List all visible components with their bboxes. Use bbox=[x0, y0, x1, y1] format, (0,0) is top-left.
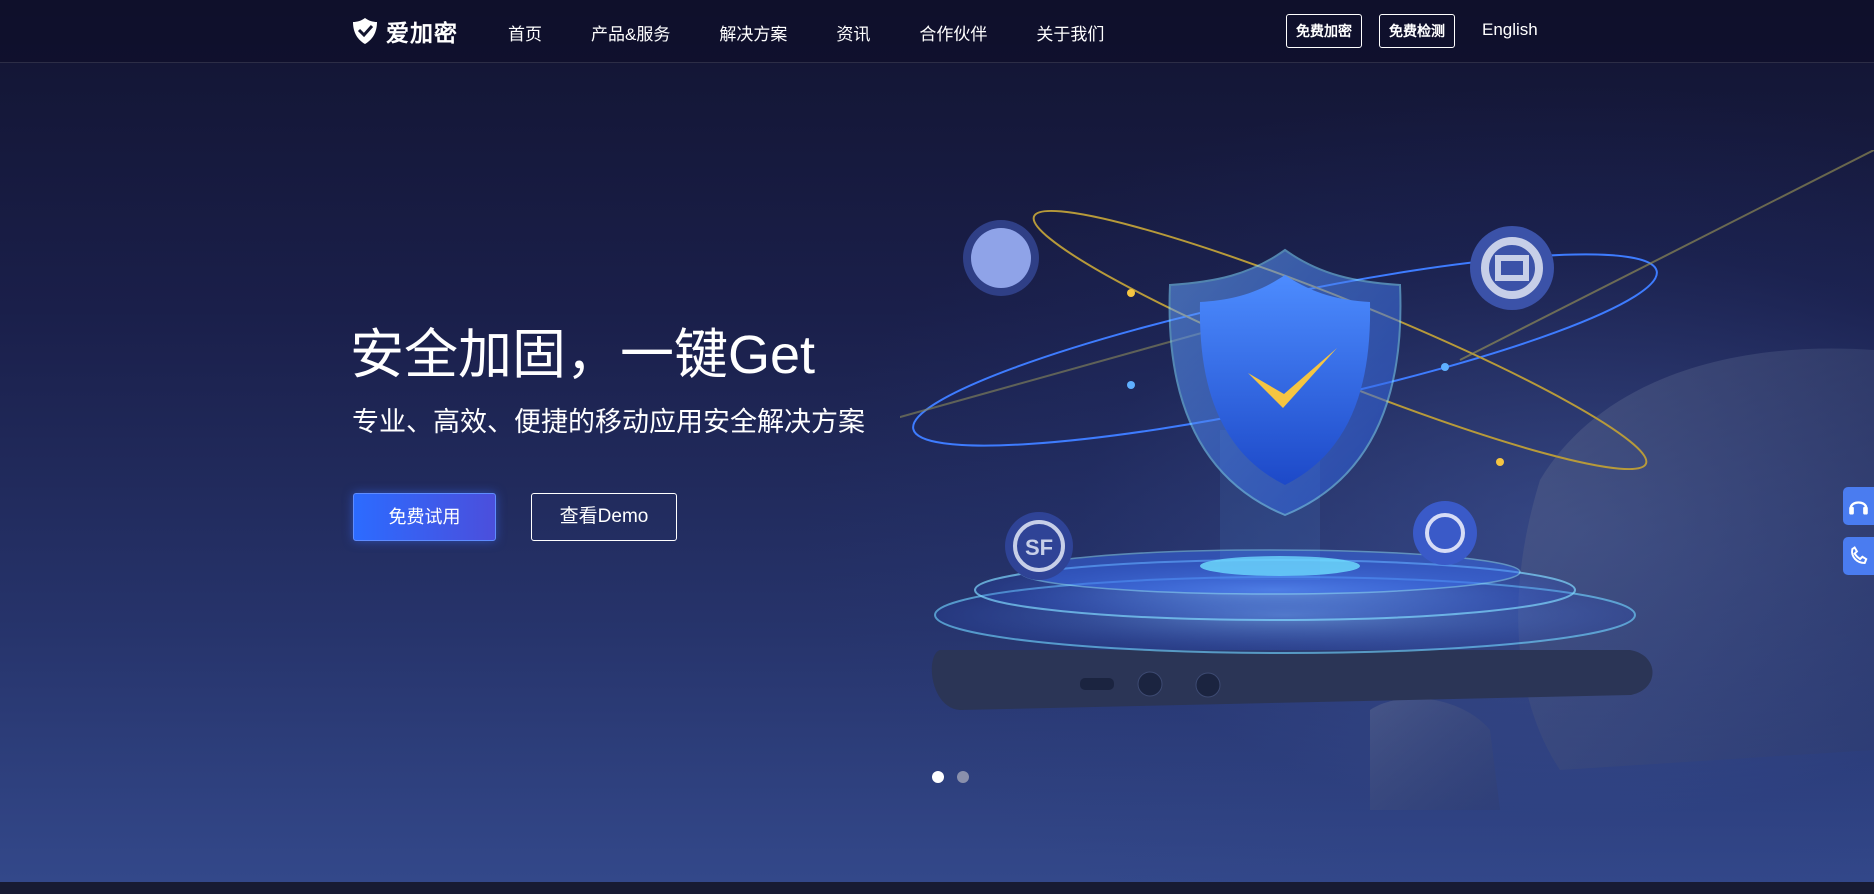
avatar-badge-inner bbox=[971, 228, 1031, 288]
view-demo-button[interactable]: 查看Demo bbox=[531, 493, 677, 541]
hero-banner: SF 爱加密 首页 产品&服务 解决方案 资讯 合作伙伴 关于我们 免费加密 免… bbox=[0, 0, 1874, 882]
hero-illustration: SF bbox=[900, 150, 1874, 810]
carousel-dot-2[interactable] bbox=[957, 771, 969, 783]
hero-title: 安全加固，一键Get bbox=[350, 325, 816, 385]
top-header: 爱加密 首页 产品&服务 解决方案 资讯 合作伙伴 关于我们 免费加密 免费检测… bbox=[0, 0, 1874, 63]
nav-item-home[interactable]: 首页 bbox=[508, 20, 542, 45]
phone-port bbox=[1080, 678, 1114, 690]
bot-badge bbox=[1413, 501, 1477, 565]
nav-item-solutions[interactable]: 解决方案 bbox=[719, 20, 787, 45]
free-trial-button[interactable]: 免费试用 bbox=[353, 493, 496, 541]
main-nav: 首页 产品&服务 解决方案 资讯 合作伙伴 关于我们 bbox=[508, 20, 1153, 45]
free-encrypt-button[interactable]: 免费加密 bbox=[1286, 14, 1362, 48]
phone-icon bbox=[1851, 546, 1868, 564]
hero-subtitle: 专业、高效、便捷的移动应用安全解决方案 bbox=[352, 407, 865, 437]
language-switch[interactable]: English bbox=[1482, 20, 1538, 40]
site-logo[interactable]: 爱加密 bbox=[350, 14, 458, 48]
orbit-dot bbox=[1127, 289, 1135, 297]
nav-item-partners[interactable]: 合作伙伴 bbox=[919, 20, 987, 45]
finger-shape bbox=[1370, 698, 1500, 810]
phone-contact-button[interactable] bbox=[1843, 537, 1874, 575]
carousel-dot-1[interactable] bbox=[932, 771, 944, 783]
shield-logo-icon bbox=[353, 18, 377, 44]
free-detect-button[interactable]: 免费检测 bbox=[1379, 14, 1455, 48]
logo-text: 爱加密 bbox=[386, 20, 458, 46]
carousel-dots bbox=[932, 771, 969, 783]
hand-shape bbox=[1518, 348, 1874, 770]
nav-item-products[interactable]: 产品&服务 bbox=[591, 20, 670, 45]
support-chat-button[interactable] bbox=[1843, 487, 1874, 525]
phone-button bbox=[1195, 672, 1221, 698]
orbit-dot bbox=[1127, 381, 1135, 389]
sf-badge-label: SF bbox=[1025, 535, 1053, 560]
phone-button bbox=[1137, 671, 1163, 697]
orbit-dot bbox=[1441, 363, 1449, 371]
nav-item-about[interactable]: 关于我们 bbox=[1036, 20, 1104, 45]
headset-icon bbox=[1849, 501, 1868, 515]
bottom-strip bbox=[0, 882, 1874, 894]
nav-item-news[interactable]: 资讯 bbox=[836, 20, 870, 45]
orbit-dot bbox=[1496, 458, 1504, 466]
